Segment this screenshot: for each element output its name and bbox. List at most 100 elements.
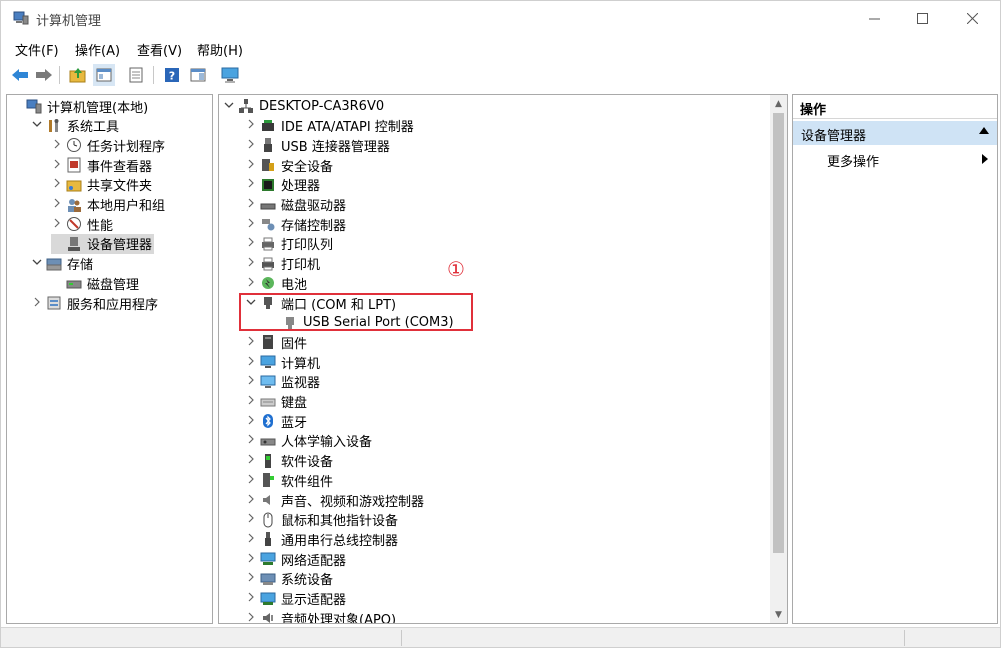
collapsed-chevron-icon[interactable]: [245, 218, 257, 231]
tree-item[interactable]: 人体学输入设备: [245, 431, 372, 451]
collapsed-chevron-icon[interactable]: [245, 198, 257, 211]
tree-item[interactable]: 存储控制器: [245, 214, 346, 234]
collapsed-chevron-icon[interactable]: [245, 553, 257, 566]
collapsed-chevron-icon[interactable]: [245, 434, 257, 447]
collapsed-chevron-icon[interactable]: [245, 257, 257, 270]
collapsed-chevron-icon[interactable]: [245, 533, 257, 546]
usb-connector-icon: [260, 137, 276, 153]
tree-item[interactable]: 电池: [245, 273, 307, 293]
tree-item[interactable]: 事件查看器: [51, 155, 152, 175]
scroll-down-button[interactable]: ▼: [770, 606, 787, 623]
collapsed-chevron-icon[interactable]: [245, 612, 257, 623]
scrollbar-thumb[interactable]: [773, 113, 784, 553]
collapsed-chevron-icon[interactable]: [245, 572, 257, 585]
tree-item[interactable]: 监视器: [245, 372, 320, 392]
tree-item[interactable]: 处理器: [245, 175, 320, 195]
software-device-icon: [260, 453, 276, 469]
collapsed-chevron-icon[interactable]: [51, 218, 63, 231]
tree-item[interactable]: 系统工具: [31, 116, 119, 136]
submenu-arrow-icon[interactable]: [982, 154, 988, 164]
tree-item[interactable]: DESKTOP-CA3R6V0: [223, 96, 384, 116]
tree-item[interactable]: 任务计划程序: [51, 135, 165, 155]
tree-item[interactable]: 存储: [31, 254, 93, 274]
bluetooth-icon: [260, 413, 276, 429]
collapsed-chevron-icon[interactable]: [51, 159, 63, 172]
close-button[interactable]: [949, 1, 995, 35]
tree-item[interactable]: 本地用户和组: [51, 195, 165, 215]
tree-item[interactable]: 鼠标和其他指针设备: [245, 510, 398, 530]
tree-item[interactable]: USB 连接器管理器: [245, 135, 390, 155]
expanded-chevron-icon[interactable]: [223, 101, 235, 112]
forward-button[interactable]: [33, 64, 55, 86]
tree-item[interactable]: 打印机: [245, 254, 320, 274]
action-pane-button[interactable]: [187, 64, 209, 86]
tree-item[interactable]: 性能: [51, 214, 113, 234]
collapsed-chevron-icon[interactable]: [245, 119, 257, 132]
tree-item[interactable]: 键盘: [245, 392, 307, 412]
tree-item-label: 磁盘驱动器: [281, 199, 347, 214]
tree-item[interactable]: 磁盘驱动器: [245, 195, 346, 215]
tree-item[interactable]: IDE ATA/ATAPI 控制器: [245, 116, 414, 136]
collapsed-chevron-icon[interactable]: [245, 494, 257, 507]
tree-item[interactable]: 共享文件夹: [51, 175, 152, 195]
collapsed-chevron-icon[interactable]: [245, 474, 257, 487]
tree-item[interactable]: 打印队列: [245, 234, 333, 254]
collapsed-chevron-icon[interactable]: [51, 178, 63, 191]
collapsed-chevron-icon[interactable]: [245, 375, 257, 388]
collapsed-chevron-icon[interactable]: [245, 178, 257, 191]
tree-item[interactable]: 声音、视频和游戏控制器: [245, 490, 424, 510]
tree-item[interactable]: 计算机: [245, 352, 320, 372]
tree-item[interactable]: 设备管理器: [51, 233, 155, 254]
help-button[interactable]: ?: [161, 64, 183, 86]
collapsed-chevron-icon[interactable]: [31, 297, 43, 310]
collapsed-chevron-icon[interactable]: [51, 139, 63, 152]
scroll-up-button[interactable]: ▲: [770, 95, 787, 112]
vertical-scrollbar[interactable]: ▲ ▼: [770, 95, 787, 623]
collapsed-chevron-icon[interactable]: [245, 513, 257, 526]
tree-item[interactable]: 音频处理对象(APO): [245, 608, 396, 623]
tree-item[interactable]: 通用串行总线控制器: [245, 529, 398, 549]
collapsed-chevron-icon[interactable]: [245, 237, 257, 250]
tree-item[interactable]: 网络适配器: [245, 549, 346, 569]
minimize-button[interactable]: [851, 1, 897, 35]
tree-item[interactable]: 磁盘管理: [51, 273, 139, 293]
tree-item[interactable]: 显示适配器: [245, 589, 346, 609]
collapse-triangle-icon[interactable]: [979, 127, 989, 134]
menu-file[interactable]: 文件(F): [15, 40, 59, 59]
expanded-chevron-icon[interactable]: [31, 120, 43, 131]
tree-item[interactable]: 计算机管理(本地): [11, 96, 148, 116]
monitor-icon: [260, 374, 276, 390]
menu-help[interactable]: 帮助(H): [197, 40, 243, 59]
menu-view[interactable]: 查看(V): [137, 40, 182, 59]
tree-item[interactable]: 服务和应用程序: [31, 293, 158, 313]
collapsed-chevron-icon[interactable]: [245, 395, 257, 408]
collapsed-chevron-icon[interactable]: [245, 454, 257, 467]
tree-item[interactable]: 系统设备: [245, 569, 333, 589]
back-button[interactable]: [9, 64, 31, 86]
collapsed-chevron-icon[interactable]: [245, 139, 257, 152]
collapsed-chevron-icon[interactable]: [245, 592, 257, 605]
maximize-button[interactable]: [899, 1, 945, 35]
more-actions-link[interactable]: 更多操作: [827, 151, 879, 170]
actions-section-device-manager[interactable]: 设备管理器: [793, 121, 997, 145]
tree-item[interactable]: 软件组件: [245, 470, 333, 490]
actions-section-label: 设备管理器: [801, 129, 867, 144]
expanded-chevron-icon[interactable]: [31, 258, 43, 269]
tree-item[interactable]: 蓝牙: [245, 411, 307, 431]
up-level-button[interactable]: [67, 64, 89, 86]
tree-item[interactable]: 安全设备: [245, 155, 333, 175]
monitor-button[interactable]: [219, 64, 241, 86]
collapsed-chevron-icon[interactable]: [245, 336, 257, 349]
menu-action[interactable]: 操作(A): [75, 40, 120, 59]
tree-item[interactable]: 固件: [245, 332, 307, 352]
tree-item[interactable]: 软件设备: [245, 451, 333, 471]
collapsed-chevron-icon[interactable]: [245, 415, 257, 428]
properties-button[interactable]: [125, 64, 147, 86]
tree-item-label: 鼠标和其他指针设备: [281, 514, 399, 530]
collapsed-chevron-icon[interactable]: [245, 159, 257, 172]
collapsed-chevron-icon[interactable]: [245, 356, 257, 369]
back-arrow-icon: [12, 69, 28, 81]
collapsed-chevron-icon[interactable]: [51, 198, 63, 211]
show-hide-tree-button[interactable]: [93, 64, 115, 86]
collapsed-chevron-icon[interactable]: [245, 277, 257, 290]
